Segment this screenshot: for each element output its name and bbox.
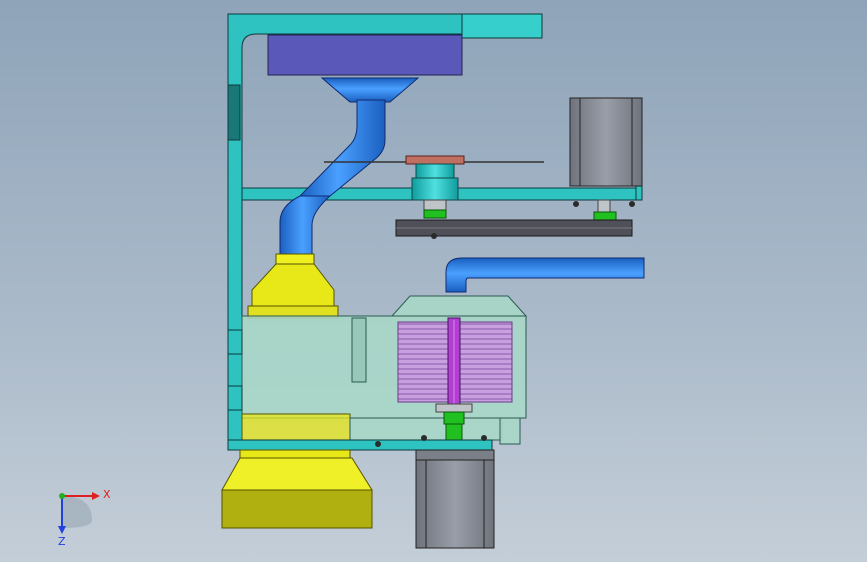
top-frame-cap: [461, 13, 543, 39]
side-bracket: [227, 329, 243, 355]
coordinate-triad-icon: [58, 492, 100, 534]
yellow-cone: [251, 263, 335, 307]
rotor-hub: [415, 163, 455, 179]
shaft-lower: [445, 423, 463, 441]
beam-bolt: [481, 435, 487, 441]
motor-mount-bolt: [573, 201, 579, 207]
shaft-bearing: [435, 403, 473, 413]
upper-cyclone-transition: [247, 253, 339, 319]
beam-bolt: [421, 435, 427, 441]
z-axis-label: Z: [58, 535, 66, 548]
top-motor-body: [569, 97, 643, 187]
rotor-clamp: [405, 155, 465, 165]
yellow-collar: [275, 253, 315, 265]
housing-door: [351, 317, 367, 383]
rotor-spindle: [411, 177, 459, 201]
duct-elbow-top: [298, 99, 386, 197]
frame-bracket: [227, 84, 241, 141]
bottom-motor-body: [415, 449, 495, 549]
beam-bolt: [375, 441, 381, 447]
shaft-coupling: [443, 411, 465, 425]
hopper-funnel: [320, 77, 420, 103]
pulley-bolt: [431, 233, 437, 239]
bottom-motor-flange: [415, 449, 495, 461]
side-bracket: [227, 385, 243, 411]
housing-roof: [390, 295, 528, 317]
cad-viewport[interactable]: X Z: [0, 0, 867, 562]
lower-frame-beam: [227, 439, 493, 451]
hopper-neck: [239, 449, 351, 459]
lower-housing-left: [241, 413, 351, 441]
spindle-coupling: [423, 209, 447, 219]
housing-outlet: [499, 417, 521, 445]
hopper-box: [267, 34, 463, 76]
x-axis-label: X: [103, 488, 111, 501]
discharge-hopper: [221, 449, 373, 529]
bottom-motor: [415, 449, 495, 549]
feed-hopper: [267, 34, 463, 103]
pipe-elbow: [445, 257, 645, 293]
upper-duct: [279, 99, 386, 256]
top-motor-shaft: [597, 199, 611, 213]
assembly-model: X Z: [58, 13, 645, 549]
top-motor-coupling: [593, 211, 617, 221]
exhaust-pipe: [445, 257, 645, 293]
main-housing: [227, 295, 528, 445]
hopper-cone: [221, 457, 373, 491]
hopper-base: [221, 489, 373, 529]
motor-mount-bolt: [629, 201, 635, 207]
duct-elbow-bottom: [279, 195, 332, 256]
